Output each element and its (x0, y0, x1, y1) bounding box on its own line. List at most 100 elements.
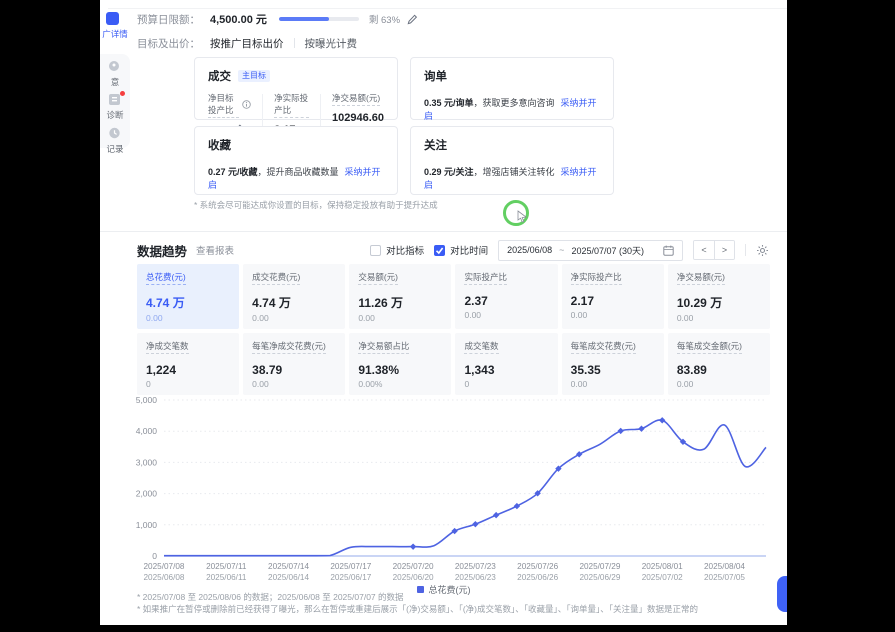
goal-card-deal: 成交 主目标 净目标投产比 2.45 净实际投产比 (194, 57, 398, 120)
view-report-link[interactable]: 查看报表 (196, 243, 234, 257)
settings-gear-icon[interactable] (756, 244, 769, 257)
budget-row: 预算日限额： 4,500.00 元 剩 63% (137, 11, 418, 27)
metric-card-1[interactable]: 成交花费(元)4.74 万0.00 (243, 264, 345, 329)
x-axis-tick-label: 2025/07/17 (330, 562, 371, 571)
data-point-marker (514, 503, 520, 509)
x-axis-tick-label: 2025/07/20 (393, 562, 434, 571)
metric-card-4[interactable]: 净实际投产比 2.17 0.00 (562, 264, 664, 329)
sidebar-item-creative[interactable]: 意 (100, 60, 130, 88)
metric-label: 净实际投产比 (274, 92, 309, 118)
data-point-marker (638, 426, 644, 432)
bidding-divider (294, 38, 295, 48)
main-panel: 广详情 意 诊断 记录 预算日限额： 4,500.00 元 剩 6 (100, 0, 787, 625)
metric-label: 净交易额(元) (332, 92, 380, 106)
budget-label: 预算日限额： (137, 12, 200, 27)
data-point-marker (659, 417, 665, 423)
next-period-button[interactable]: > (714, 241, 734, 259)
budget-progress-bar (279, 17, 359, 21)
metric-card-value: 10.29 万 (677, 294, 761, 311)
date-separator: ~ (559, 245, 564, 255)
budget-remaining-label: 剩 63% (369, 12, 400, 26)
goal-card-follow: 关注 0.29 元/关注，增强店铺关注转化采纳并开启 (410, 126, 614, 195)
x-axis-tick-label: 2025/07/08 (144, 562, 185, 571)
x-axis-compare-tick-label: 2025/06/29 (579, 573, 620, 582)
goal-desc: ，提升商品收藏数量 (258, 167, 339, 177)
compare-time-checkbox[interactable]: 对比时间 (434, 243, 488, 257)
metric-card-label: 成交笔数 (464, 340, 498, 354)
x-axis-compare-tick-label: 2025/07/02 (642, 573, 683, 582)
notification-dot (120, 91, 125, 96)
metric-card-label: 总花费(元) (146, 271, 186, 285)
x-axis-tick-label: 2025/07/29 (579, 562, 620, 571)
compare-time-label: 对比时间 (450, 243, 488, 257)
date-start: 2025/06/08 (507, 245, 552, 255)
metric-card-label: 交易额(元) (358, 271, 398, 285)
bidding-label: 目标及出价： (137, 36, 200, 51)
section-divider (100, 231, 787, 232)
prev-period-button[interactable]: < (694, 241, 714, 259)
controls-divider (745, 244, 746, 256)
goal-card-title: 询单 (424, 68, 447, 84)
x-axis-compare-tick-label: 2025/06/23 (455, 573, 496, 582)
data-point-marker (617, 428, 623, 434)
main-series-line (164, 420, 766, 556)
chart-footnote-1: * 2025/07/08 至 2025/08/06 的数据；2025/06/08… (137, 591, 757, 603)
budget-value: 4,500.00 元 (210, 11, 267, 27)
metric-card-label: 每笔成交金额(元) (677, 340, 742, 354)
bidding-option-exposure[interactable]: 按曝光计费 (305, 36, 358, 51)
compare-metric-label: 对比指标 (386, 243, 424, 257)
sidebar-item-history[interactable]: 记录 (100, 127, 130, 155)
calendar-icon (663, 245, 674, 256)
goal-price: 0.27 元/收藏 (208, 167, 258, 177)
edit-budget-icon[interactable] (407, 14, 418, 25)
x-axis-compare-tick-label: 2025/06/11 (206, 573, 247, 582)
compare-metric-checkbox[interactable]: 对比指标 (370, 243, 424, 257)
goal-cards-grid: 成交 主目标 净目标投产比 2.45 净实际投产比 (194, 57, 614, 195)
trend-header: 数据趋势 查看报表 对比指标 对比时间 2025/06/08 ~ 2025/07… (137, 240, 769, 260)
metric-card-value: 35.35 (571, 363, 655, 377)
info-icon[interactable] (242, 100, 251, 111)
sidebar-item-promo-detail[interactable]: 广详情 (100, 12, 130, 40)
trend-chart: 01,0002,0003,0004,0005,0002025/07/082025… (128, 386, 774, 584)
metric-card-label: 净实际投产比 (571, 271, 622, 285)
floating-action-button[interactable] (777, 576, 787, 612)
goal-desc: ，增强店铺关注转化 (474, 167, 555, 177)
metric-card-value: 2.17 (571, 294, 655, 308)
metric-card-label: 成交花费(元) (252, 271, 300, 285)
metric-card-value: 4.74 万 (146, 294, 230, 311)
chart-footnote-2: * 如果推广在暂停或删除前已经获得了曝光，那么在暂停或重建后展示「(净)交易额」… (137, 603, 757, 615)
metric-card-compare-value: 0.00 (571, 310, 655, 320)
metric-card-label: 净成交笔数 (146, 340, 189, 354)
metric-card-label: 净交易额(元) (677, 271, 725, 285)
metric-card-5[interactable]: 净交易额(元)10.29 万0.00 (668, 264, 770, 329)
metric-card-compare-value: 0.00 (146, 313, 230, 323)
click-indicator (503, 200, 529, 226)
x-axis-tick-label: 2025/07/23 (455, 562, 496, 571)
metric-card-compare-value: 0.00 (358, 313, 442, 323)
promo-detail-icon (106, 12, 119, 25)
sidebar-item-diagnose[interactable]: 诊断 (100, 93, 130, 121)
x-axis-tick-label: 2025/07/26 (517, 562, 558, 571)
x-axis-tick-label: 2025/08/04 (704, 562, 745, 571)
y-axis-tick-label: 3,000 (136, 457, 158, 467)
metric-card-compare-value: 0.00 (464, 310, 548, 320)
y-axis-tick-label: 4,000 (136, 426, 158, 436)
x-axis-compare-tick-label: 2025/06/14 (268, 573, 309, 582)
x-axis-tick-label: 2025/08/01 (642, 562, 683, 571)
goal-card-inquiry: 询单 0.35 元/询单，获取更多意向咨询采纳并开启 (410, 57, 614, 120)
main-goal-badge: 主目标 (238, 70, 270, 82)
metric-card-compare-value: 0.00 (252, 313, 336, 323)
metric-card-3[interactable]: 实际投产比2.370.00 (455, 264, 557, 329)
bidding-option-goal[interactable]: 按推广目标出价 (210, 36, 284, 51)
trend-title: 数据趋势 (137, 241, 187, 260)
metric-label: 净目标投产比 (208, 92, 239, 118)
y-axis-tick-label: 5,000 (136, 395, 158, 405)
metric-card-0[interactable]: 总花费(元) 4.74 万 0.00 (137, 264, 239, 329)
metric-card-2[interactable]: 交易额(元)11.26 万0.00 (349, 264, 451, 329)
bidding-row: 目标及出价： 按推广目标出价 按曝光计费 (137, 36, 357, 50)
date-range-picker[interactable]: 2025/06/08 ~ 2025/07/07 (30天) (498, 240, 683, 261)
y-axis-tick-label: 2,000 (136, 489, 158, 499)
x-axis-tick-label: 2025/07/14 (268, 562, 309, 571)
data-point-marker (472, 521, 478, 527)
metric-cards-grid: 总花费(元)4.74 万0.00成交花费(元)4.74 万0.00交易额(元)1… (137, 264, 770, 395)
